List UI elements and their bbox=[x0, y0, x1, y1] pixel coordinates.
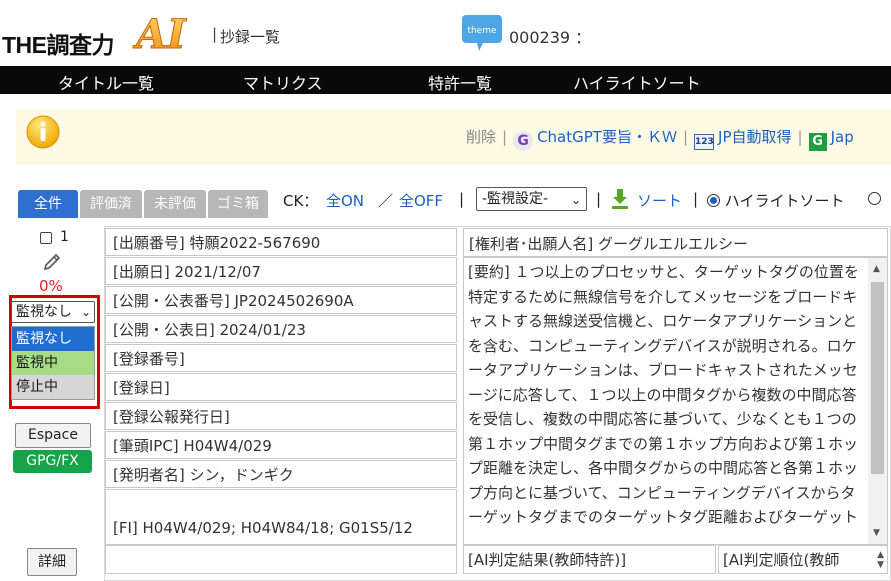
scrollbar-thumb[interactable] bbox=[871, 282, 884, 474]
monitor-status-select[interactable]: 監視なし ⌄ bbox=[11, 301, 95, 323]
tab-evaluated[interactable]: 評価済 bbox=[80, 190, 142, 218]
field-fi: [FI] H04W4/029; H04W84/18; G01S5/12 bbox=[105, 489, 457, 545]
svg-text:theme: theme bbox=[467, 26, 497, 36]
sort-link[interactable]: ソート bbox=[637, 190, 682, 211]
empty-cell bbox=[105, 545, 457, 574]
ck-label: CK： bbox=[283, 192, 319, 210]
detail-button[interactable]: 詳細 bbox=[27, 548, 77, 576]
chevron-down-icon: ⌄ bbox=[80, 305, 91, 319]
ai-rank-label: [AI判定順位(教師 bbox=[723, 551, 840, 569]
abstract-text: [要約] １つ以上のプロセッサと、ターゲットタグの位置を特定するために無線信号を… bbox=[468, 263, 859, 526]
radio-empty-icon bbox=[868, 192, 881, 205]
logo-text: THE調査力 bbox=[2, 32, 115, 58]
nav-highlight-sort[interactable]: ハイライトソート bbox=[573, 70, 701, 94]
nav-patent-list[interactable]: 特許一覧 bbox=[428, 70, 492, 94]
nav-matrix[interactable]: マトリクス bbox=[243, 70, 323, 94]
toolbar-separator: | bbox=[797, 128, 803, 146]
field-application-number: [出願番号] 特願2022-567690 bbox=[105, 228, 457, 256]
record-number: 1 bbox=[60, 229, 69, 245]
monitor-status-value: 監視なし bbox=[16, 304, 72, 320]
field-publication-date: [公開・公表日] 2024/01/23 bbox=[105, 315, 457, 343]
field-registration-gazette-date: [登録公報発行日] bbox=[105, 402, 457, 430]
jp-auto-fetch-link[interactable]: JP自動取得 bbox=[718, 128, 791, 146]
record-controls: 1 0% 監視なし ⌄ 監視なし 監視中 停止中 Espace GPG/FX 詳… bbox=[0, 226, 104, 581]
theme-icon: theme bbox=[462, 15, 502, 51]
pencil-icon[interactable] bbox=[42, 252, 62, 272]
filter-separator: | bbox=[596, 190, 602, 208]
number-123-icon: 123 bbox=[694, 134, 715, 150]
scroll-up-icon[interactable]: ▲ bbox=[873, 264, 880, 274]
field-applicant: [権利者･出願人名] グーグルエルエルシー bbox=[463, 228, 888, 257]
tab-all[interactable]: 全件 bbox=[18, 190, 78, 218]
abstract-box: [要約] １つ以上のプロセッサと、ターゲットタグの位置を特定するために無線信号を… bbox=[463, 257, 888, 545]
theme-code: 000239 ： bbox=[509, 28, 592, 47]
jap-link[interactable]: Jap bbox=[831, 128, 854, 146]
field-registration-date: [登録日] bbox=[105, 373, 457, 401]
tab-trash[interactable]: ゴミ箱 bbox=[208, 190, 268, 218]
action-toolbar: 削除 | G ChatGPT要旨・ＫＷ | 123 JP自動取得 | G Jap bbox=[16, 109, 891, 165]
second-sort-radio[interactable] bbox=[868, 190, 881, 208]
option-monitoring[interactable]: 監視中 bbox=[12, 351, 94, 375]
option-not-monitored[interactable]: 監視なし bbox=[12, 327, 94, 351]
monitor-settings-select[interactable]: -監視設定- ⌄ bbox=[476, 187, 587, 211]
field-main-ipc: [筆頭IPC] H04W4/029 bbox=[105, 431, 457, 459]
highlight-sort-label: ハイライトソート bbox=[724, 192, 845, 210]
app-header: THE調査力 AI | 抄録一覧 theme 000239 ： bbox=[0, 0, 891, 66]
main-nav: タイトル一覧 マトリクス 特許一覧 ハイライトソート bbox=[0, 66, 891, 94]
field-inventor: [発明者名] シン，ドンギク bbox=[105, 460, 457, 488]
field-application-date: [出願日] 2021/12/07 bbox=[105, 257, 457, 285]
nav-title-list[interactable]: タイトル一覧 bbox=[58, 70, 154, 94]
field-publication-number: [公開・公表番号] JP2024502690A bbox=[105, 286, 457, 314]
chevron-down-icon: ⌄ bbox=[570, 193, 581, 207]
toolbar-separator: | bbox=[682, 128, 689, 146]
all-on-link[interactable]: 全ON bbox=[326, 190, 364, 211]
radio-selected-icon bbox=[707, 194, 720, 207]
logo-ai-mark: AI bbox=[132, 11, 188, 55]
abstract-scrollbar[interactable]: ▲ ▼ bbox=[868, 258, 887, 544]
delete-link[interactable]: 削除 bbox=[466, 128, 496, 146]
filter-separator: | bbox=[459, 190, 465, 208]
toolbar-separator: | bbox=[502, 128, 508, 146]
highlight-sort-radio[interactable]: ハイライトソート bbox=[707, 190, 844, 211]
espace-button[interactable]: Espace bbox=[15, 423, 91, 448]
chatgpt-summary-link[interactable]: ChatGPT要旨・ＫＷ bbox=[537, 128, 677, 146]
tab-unevaluated[interactable]: 未評価 bbox=[144, 190, 206, 218]
field-ai-result: [AI判定結果(教師特許)] bbox=[463, 545, 716, 574]
mini-scroll-icon[interactable]: ▲ ▼ bbox=[877, 550, 884, 570]
scroll-down-icon[interactable]: ▼ bbox=[873, 528, 880, 538]
record-checkbox[interactable] bbox=[40, 232, 52, 244]
info-icon[interactable] bbox=[26, 115, 60, 149]
filter-separator: | bbox=[693, 190, 699, 208]
monitor-status-dropdown: 監視なし 監視中 停止中 bbox=[11, 326, 95, 400]
download-arrow-icon[interactable] bbox=[612, 189, 628, 209]
slash-separator: ／ bbox=[378, 192, 394, 210]
page-title: 抄録一覧 bbox=[220, 28, 281, 46]
monitor-settings-value: -監視設定- bbox=[482, 191, 549, 207]
field-registration-number: [登録番号] bbox=[105, 344, 457, 372]
field-ai-rank: [AI判定順位(教師 ▲ ▼ bbox=[718, 545, 888, 574]
all-off-link[interactable]: 全OFF bbox=[399, 190, 443, 211]
svg-text:AI: AI bbox=[132, 11, 187, 54]
option-stopped[interactable]: 停止中 bbox=[12, 375, 94, 399]
header-separator: | bbox=[212, 25, 218, 43]
evaluation-percent: 0% bbox=[39, 277, 63, 295]
toolbar-links: 削除 | G ChatGPT要旨・ＫＷ | 123 JP自動取得 | G Jap bbox=[466, 126, 854, 151]
japan-g-icon: G bbox=[808, 133, 827, 151]
chatgpt-g-icon: G bbox=[513, 131, 534, 151]
gpg-fx-button[interactable]: GPG/FX bbox=[13, 450, 92, 473]
